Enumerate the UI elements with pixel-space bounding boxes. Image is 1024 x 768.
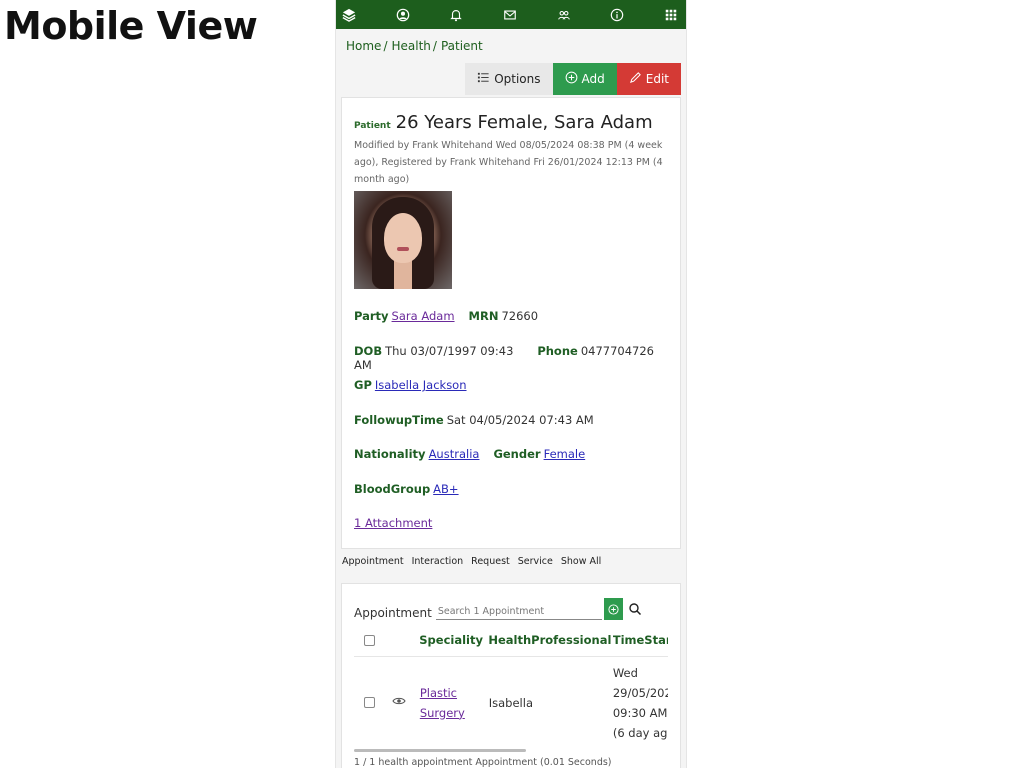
tab-show-all[interactable]: Show All [561,556,601,567]
breadcrumb-separator: / [383,39,388,53]
gp-link[interactable]: Isabella Jackson [375,378,467,392]
search-icon[interactable] [625,598,645,620]
time-start-day: Wed [612,665,638,680]
phone-value: 0477704726 [580,343,654,358]
gp-label: GP [354,378,372,392]
appointment-card: Appointment Speciality HealthProfessiona… [341,583,681,768]
patient-title: 26 Years Female, Sara Adam [395,112,653,133]
column-time-start[interactable]: TimeStart [613,633,668,647]
info-icon[interactable] [608,6,626,24]
appointment-table-header: Speciality HealthProfessional TimeStart [354,628,668,652]
tab-interaction[interactable]: Interaction [412,556,464,567]
blood-label: BloodGroup [354,481,431,496]
top-nav-bar [336,0,686,29]
pencil-icon [629,71,642,87]
field-row: Party Sara Adam MRN 72660 [354,309,668,344]
options-label: Options [494,72,541,86]
layers-icon[interactable] [340,6,358,24]
nationality-link[interactable]: Australia [429,447,480,461]
account-icon[interactable] [394,6,412,24]
mrn-label: MRN [468,309,499,323]
followup-label: FollowupTime [354,412,444,427]
column-speciality[interactable]: Speciality [419,633,488,647]
party-label: Party [354,309,389,323]
patient-fields: Party Sara Adam MRN 72660 DOB Thu 03/07/199… [354,309,668,536]
column-health-professional[interactable]: HealthProfessional [488,633,612,647]
time-start-hour: 09:30 AM [612,705,668,720]
appointment-search-input[interactable] [435,604,602,620]
edit-label: Edit [645,72,669,86]
patient-tag: Patient [354,121,391,131]
field-row: Nationality Australia Gender Female [354,447,668,482]
eye-icon[interactable] [392,694,406,711]
patient-meta: Modified by Frank Whitehand Wed 08/05/20… [354,140,663,185]
add-appointment-button[interactable] [603,598,623,620]
speciality-link[interactable]: Plastic [420,683,489,703]
breadcrumb-patient[interactable]: Patient [441,39,483,53]
appointment-footer: 1 / 1 health appointment Appointment (0.… [354,757,612,768]
field-row: BloodGroup AB+ [354,482,668,517]
add-label: Add [581,72,605,86]
tab-appointment[interactable]: Appointment [342,556,404,567]
bell-icon[interactable] [447,6,465,24]
mrn-value: 72660 [501,309,539,323]
time-start-relative: (6 day ago) [612,725,668,740]
add-button[interactable]: Add [552,63,617,95]
related-tabs: Appointment Interaction Request Service … [336,549,686,573]
nationality-label: Nationality [354,447,426,461]
gender-label: Gender [493,447,541,461]
speciality-link[interactable]: Surgery [420,703,489,723]
page-heading: Mobile View [4,4,258,48]
party-link[interactable]: Sara Adam [392,309,455,323]
field-row: 1 Attachment [354,516,668,536]
select-all-checkbox[interactable] [364,634,376,646]
breadcrumb-health[interactable]: Health [391,39,430,53]
dob-label: DOB [354,343,383,358]
blood-link[interactable]: AB+ [433,482,458,496]
time-start-date: 29/05/2024 [612,685,668,700]
appointment-header: Appointment [354,598,668,620]
field-row: GP Isabella Jackson [354,378,668,413]
horizontal-scrollbar[interactable] [354,749,526,752]
patient-card: Patient 26 Years Female, Sara Adam Modif… [341,97,681,549]
mail-icon[interactable] [501,6,519,24]
tab-request[interactable]: Request [471,556,510,567]
phone-label: Phone [537,343,578,358]
professional-cell: Isabella [488,695,533,710]
appointment-label: Appointment [354,606,432,620]
plus-circle-icon [565,71,578,87]
patient-title-row: Patient 26 Years Female, Sara Adam [354,112,668,133]
attachment-link[interactable]: 1 Attachment [354,516,432,530]
options-button[interactable]: Options [465,63,553,95]
followup-value: Sat 04/05/2024 07:43 AM [446,412,594,427]
list-icon [477,71,490,87]
tab-service[interactable]: Service [518,556,553,567]
speciality-cell: Plastic Surgery [420,683,489,723]
field-row: DOB Thu 03/07/1997 09:43 AM Phone 04777047… [354,344,668,379]
breadcrumb-home[interactable]: Home [346,39,381,53]
edit-button[interactable]: Edit [616,63,681,95]
field-row: FollowupTime Sat 04/05/2024 07:43 AM [354,413,668,448]
row-checkbox[interactable] [364,697,376,708]
breadcrumb: Home / Health / Patient [336,29,686,63]
mobile-frame: Home / Health / Patient Options Add Edit… [335,0,687,768]
action-bar: Options Add Edit [336,63,686,95]
breadcrumb-separator: / [432,39,437,53]
users-icon[interactable] [555,6,573,24]
gender-link[interactable]: Female [544,447,586,461]
table-row: Plastic Surgery Isabella Wed 29/05/2024 … [354,656,668,748]
patient-photo[interactable] [354,191,452,289]
time-start-cell: Wed 29/05/2024 09:30 AM (6 day ago) [613,663,668,743]
apps-grid-icon[interactable] [662,6,680,24]
